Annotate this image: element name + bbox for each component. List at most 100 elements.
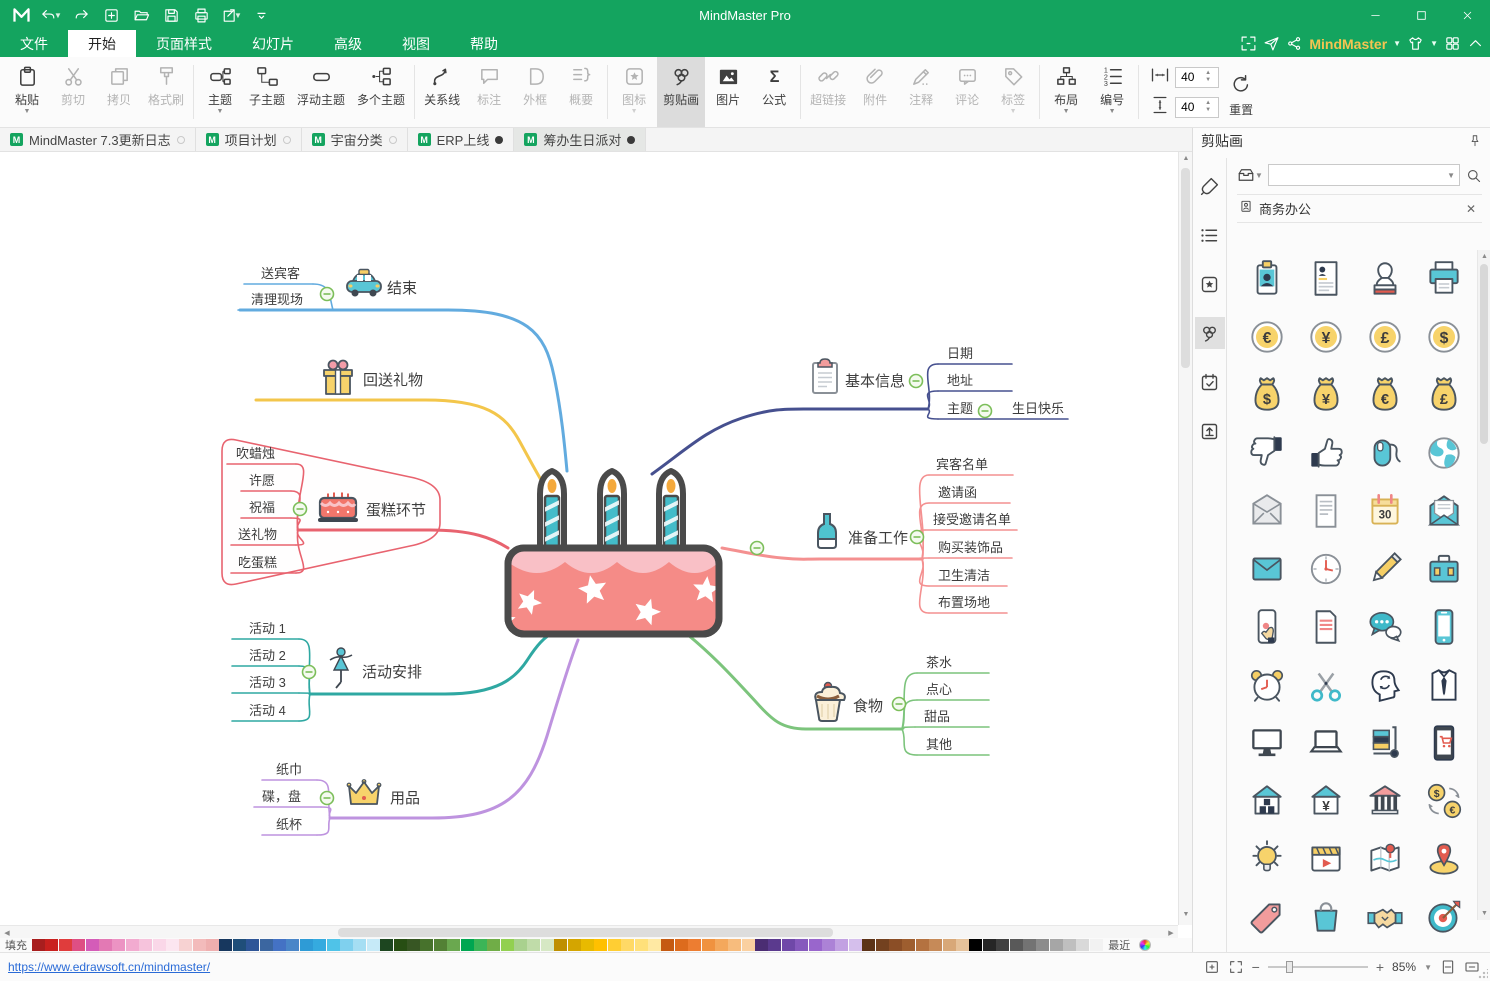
topic-label[interactable]: 蛋糕环节 [366, 502, 426, 519]
color-swatch[interactable] [581, 939, 594, 951]
clipart-moneybag-euro[interactable]: € [1355, 366, 1414, 424]
menu-tab-文件[interactable]: 文件 [0, 30, 68, 57]
clipart-coin-dollar[interactable]: $ [1414, 308, 1473, 366]
color-swatch[interactable] [447, 939, 460, 951]
color-swatch[interactable] [916, 939, 929, 951]
scroll-up-icon[interactable]: ▲ [1179, 152, 1193, 165]
ribbon-button-粘贴[interactable]: 粘贴▼ [4, 57, 50, 127]
color-swatch[interactable] [943, 939, 956, 951]
subtopic-label[interactable]: 其他 [926, 737, 952, 752]
doc-tab-宇宙分类[interactable]: M宇宙分类 [302, 128, 408, 151]
category-bar[interactable]: 商务办公 ✕ [1237, 194, 1482, 223]
clipart-handshake[interactable] [1355, 888, 1414, 946]
clipart-chat-bubbles[interactable] [1355, 598, 1414, 656]
color-swatch[interactable] [286, 939, 299, 951]
zoom-in-button[interactable]: + [1376, 959, 1384, 975]
subtopic-label[interactable]: 许愿 [249, 473, 275, 488]
color-swatch[interactable] [822, 939, 835, 951]
menu-tab-幻灯片[interactable]: 幻灯片 [232, 30, 314, 57]
color-swatch[interactable] [193, 939, 206, 951]
v-spacing-value[interactable] [1176, 100, 1204, 114]
color-swatch[interactable] [648, 939, 661, 951]
topic-label[interactable]: 基本信息 [845, 373, 905, 390]
drawer-caret-icon[interactable]: ▼ [1255, 171, 1263, 180]
stepper-arrows-icon[interactable]: ▲▼ [1205, 70, 1211, 84]
color-swatch[interactable] [112, 939, 125, 951]
ribbon-button-图片[interactable]: 图片 [705, 57, 751, 127]
color-swatch[interactable] [608, 939, 621, 951]
search-input[interactable]: ▼ [1268, 164, 1460, 186]
clipart-coin-yen[interactable]: ¥ [1296, 308, 1355, 366]
search-dropdown-icon[interactable]: ▼ [1447, 171, 1455, 180]
clipart-printer[interactable] [1414, 250, 1473, 308]
color-swatch[interactable] [983, 939, 996, 951]
color-swatch[interactable] [527, 939, 540, 951]
color-swatch[interactable] [1063, 939, 1076, 951]
color-swatch[interactable] [728, 939, 741, 951]
color-swatch[interactable] [514, 939, 527, 951]
color-swatch[interactable] [206, 939, 219, 951]
clipart-calendar-30[interactable]: 30 [1355, 482, 1414, 540]
presentation-button[interactable] [1240, 35, 1257, 52]
search-field[interactable] [1269, 168, 1459, 182]
color-swatch[interactable] [420, 939, 433, 951]
print-button[interactable] [188, 3, 214, 27]
clipart-phone-touch[interactable] [1237, 598, 1296, 656]
open-folder-button[interactable] [128, 3, 154, 27]
clipart-document-lines[interactable] [1296, 598, 1355, 656]
color-swatch[interactable] [889, 939, 902, 951]
subtopic-label[interactable]: 送礼物 [238, 527, 277, 542]
color-swatch[interactable] [1023, 939, 1036, 951]
panel-tab-icon-marks[interactable] [1195, 268, 1225, 300]
subtopic-label[interactable]: 活动 4 [249, 703, 286, 718]
color-swatch[interactable] [782, 939, 795, 951]
doc-tab-ERP上线[interactable]: MERP上线 [408, 128, 515, 151]
clipart-thumbs-up[interactable] [1296, 424, 1355, 482]
color-swatch[interactable] [153, 939, 166, 951]
color-swatch[interactable] [179, 939, 192, 951]
share-button[interactable] [1286, 35, 1303, 52]
color-swatch[interactable] [1090, 939, 1103, 951]
ribbon-button-子主题[interactable]: 子主题 [243, 57, 291, 127]
subtopic-label[interactable]: 活动 3 [249, 675, 286, 690]
color-swatch[interactable] [313, 939, 326, 951]
subtopic-label[interactable]: 卫生清洁 [938, 568, 990, 583]
color-swatch[interactable] [1010, 939, 1023, 951]
clipart-moneybag-pound[interactable]: £ [1414, 366, 1473, 424]
collapse-icon[interactable] [979, 405, 992, 418]
color-swatch[interactable] [126, 939, 139, 951]
ribbon-button-浮动主题[interactable]: 浮动主题 [291, 57, 351, 127]
subtopic-label[interactable]: 邀请函 [938, 485, 977, 500]
clipart-moneybag-yen[interactable]: ¥ [1296, 366, 1355, 424]
topic-label[interactable]: 活动安排 [362, 664, 422, 681]
color-swatch[interactable] [809, 939, 822, 951]
clipart-document[interactable] [1296, 482, 1355, 540]
menu-tab-高级[interactable]: 高级 [314, 30, 382, 57]
collapse-icon[interactable] [294, 503, 307, 516]
color-swatch[interactable] [59, 939, 72, 951]
clipart-target[interactable] [1414, 888, 1473, 946]
horizontal-scroll-thumb[interactable] [338, 928, 833, 937]
clipart-envelope[interactable] [1237, 540, 1296, 598]
clipart-resume[interactable] [1296, 250, 1355, 308]
clipart-shopping-bag[interactable] [1296, 888, 1355, 946]
zoom-slider[interactable] [1268, 966, 1368, 968]
color-swatch[interactable] [929, 939, 942, 951]
menu-tab-帮助[interactable]: 帮助 [450, 30, 518, 57]
ribbon-button-编号[interactable]: 123编号▼ [1089, 57, 1135, 127]
clipart-pencil[interactable] [1355, 540, 1414, 598]
color-swatch[interactable] [1076, 939, 1089, 951]
subtopic-label[interactable]: 碟，盘 [262, 789, 301, 804]
app-logo-button[interactable] [8, 3, 34, 27]
subtopic-label[interactable]: 茶水 [926, 655, 952, 670]
clipart-mouse[interactable] [1355, 424, 1414, 482]
clipart-lightbulb[interactable] [1237, 830, 1296, 888]
export-button[interactable]: ▼ [218, 3, 244, 27]
color-swatch[interactable] [353, 939, 366, 951]
color-swatch[interactable] [996, 939, 1009, 951]
panel-tab-import[interactable] [1195, 415, 1225, 447]
menu-tab-视图[interactable]: 视图 [382, 30, 450, 57]
clipart-stamp[interactable] [1355, 250, 1414, 308]
color-swatch[interactable] [300, 939, 313, 951]
status-link[interactable]: https://www.edrawsoft.cn/mindmaster/ [0, 960, 210, 974]
